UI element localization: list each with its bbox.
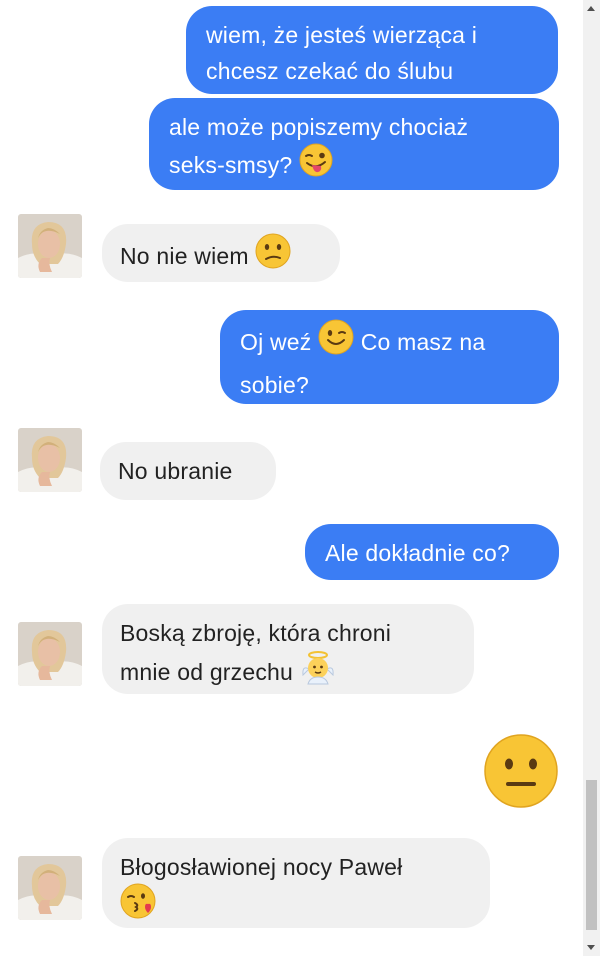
incoming-message: Boską zbroję, która chroni mnie od grzec… <box>102 604 474 694</box>
contact-avatar[interactable] <box>18 214 82 278</box>
incoming-message: No ubranie <box>100 442 276 500</box>
message-text: seks-smsy? <box>169 152 293 179</box>
message-text-line: No ubranie <box>118 458 233 484</box>
scroll-down-button[interactable] <box>583 939 600 956</box>
message-text-line: seks-smsy? <box>169 143 537 189</box>
chat-thread: wiem, że jesteś wierząca i chcesz czekać… <box>0 0 578 956</box>
outgoing-message: Ale dokładnie co? <box>305 524 559 580</box>
arrow-up-icon <box>587 6 595 11</box>
arrow-down-icon <box>587 945 595 950</box>
message-text-line: sobie? <box>240 372 309 398</box>
incoming-message: Błogosławionej nocy Paweł <box>102 838 490 928</box>
outgoing-message: ale może popiszemy chociaż seks-smsy? <box>149 98 559 190</box>
message-text-line: ale może popiszemy chociaż <box>169 114 469 140</box>
message-text-line: Błogosławionej nocy Paweł <box>120 854 403 880</box>
vertical-scrollbar[interactable] <box>583 0 600 956</box>
message-text-line: No nie wiem <box>120 233 318 281</box>
message-text: Oj weź <box>240 329 312 356</box>
baby-angel-icon <box>300 649 336 695</box>
message-text-line: wiem, że jesteś wierząca i <box>206 22 478 48</box>
contact-avatar[interactable] <box>18 856 82 920</box>
outgoing-message: wiem, że jesteś wierząca i chcesz czekać… <box>186 6 558 94</box>
face-blowing-a-kiss-icon <box>120 883 156 929</box>
incoming-message: No nie wiem <box>102 224 340 282</box>
winking-face-icon <box>318 319 354 365</box>
contact-avatar[interactable] <box>18 428 82 492</box>
winking-face-with-tongue-icon <box>299 143 333 187</box>
scroll-up-button[interactable] <box>583 0 600 17</box>
message-text: No nie wiem <box>120 243 249 270</box>
message-text-line: Oj weź Co masz na <box>240 319 537 367</box>
message-text-line <box>120 883 468 931</box>
message-text: mnie od grzechu <box>120 659 294 686</box>
outgoing-message: Oj weź Co masz na sobie? <box>220 310 559 404</box>
message-text-line: mnie od grzechu <box>120 651 452 697</box>
contact-avatar[interactable] <box>18 622 82 686</box>
message-text-line: Boską zbroję, która chroni <box>120 620 392 646</box>
message-text-line: Ale dokładnie co? <box>325 540 510 566</box>
confused-face-icon <box>255 233 291 279</box>
neutral-face-icon <box>484 734 558 813</box>
message-text-line: chcesz czekać do ślubu <box>206 58 454 84</box>
message-text: Co masz na <box>360 329 486 356</box>
scrollbar-thumb[interactable] <box>586 780 597 930</box>
